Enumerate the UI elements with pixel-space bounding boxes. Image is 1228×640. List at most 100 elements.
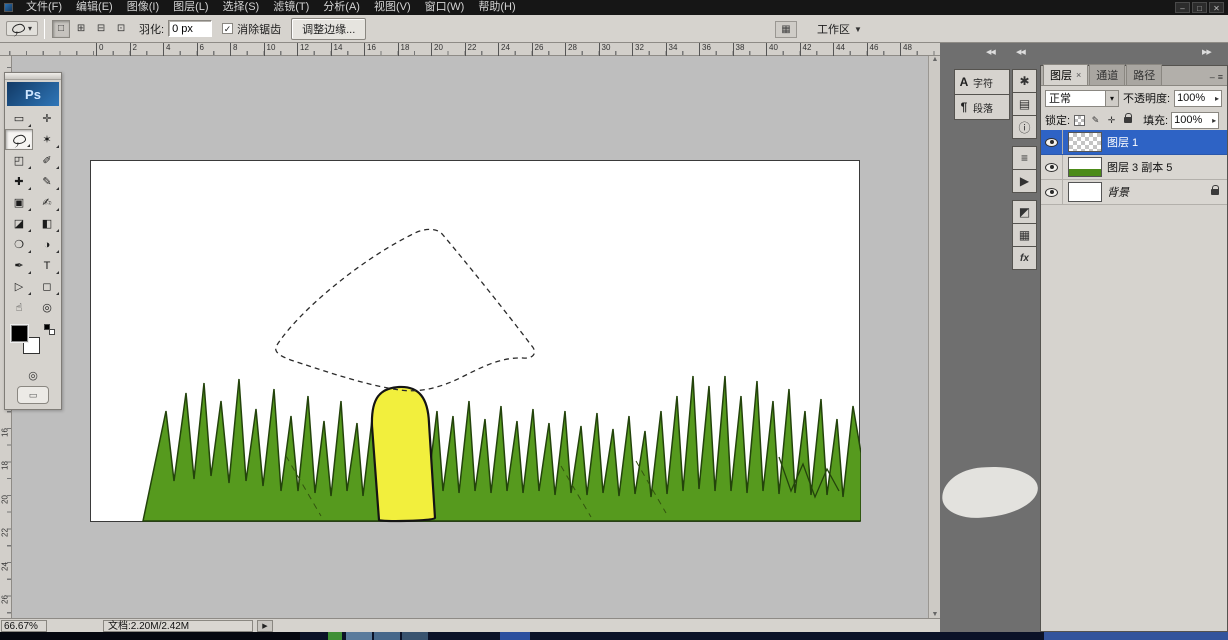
restore-icon[interactable]: □: [1192, 2, 1207, 13]
quick-mask-button[interactable]: ◎: [22, 367, 44, 383]
visibility-toggle[interactable]: [1041, 180, 1063, 204]
launch-bridge-icon[interactable]: ▦: [775, 21, 797, 38]
visibility-toggle[interactable]: [1041, 130, 1063, 154]
layer-thumbnail[interactable]: [1068, 182, 1102, 202]
ruler-number: 28: [565, 43, 599, 56]
status-bar: 66.67% 文档:2.20M/2.42M ▶: [0, 618, 941, 632]
refine-edge-button[interactable]: 调整边缘...: [291, 18, 366, 40]
menu-item[interactable]: 选择(S): [216, 0, 267, 15]
status-bar-menu-arrow[interactable]: ▶: [257, 620, 273, 632]
collapse-dock-icon[interactable]: ◀◀: [1016, 48, 1025, 56]
histogram-panel-icon[interactable]: ≡: [1012, 146, 1037, 170]
subtract-from-selection-button[interactable]: ⊟: [92, 20, 110, 38]
zoom-level-field[interactable]: 66.67%: [1, 620, 47, 632]
screen-mode-button[interactable]: ▭: [17, 386, 49, 404]
zoom-tool[interactable]: ◎: [33, 297, 61, 318]
lock-all-icon[interactable]: [1121, 114, 1134, 127]
panel-menu-icon[interactable]: ≡: [1218, 72, 1223, 82]
hand-tool[interactable]: ☝: [5, 297, 33, 318]
lock-transparency-icon[interactable]: [1073, 114, 1086, 127]
tab-paths[interactable]: 路径: [1126, 64, 1162, 85]
color-panel-icon[interactable]: ◩: [1012, 200, 1037, 224]
layer-effects-panel-icon[interactable]: fx: [1012, 246, 1037, 270]
visibility-toggle[interactable]: [1041, 155, 1063, 179]
foreground-color-swatch[interactable]: [11, 325, 28, 342]
tab-layers[interactable]: 图层 ×: [1043, 64, 1088, 85]
ruler-number: 24: [498, 43, 532, 56]
fill-input[interactable]: 100% ▸: [1171, 112, 1219, 129]
eyedropper-tool[interactable]: ✐: [33, 150, 61, 171]
lock-pixels-icon[interactable]: ✎: [1089, 114, 1102, 127]
add-to-selection-button[interactable]: ⊞: [72, 20, 90, 38]
close-tab-icon[interactable]: ×: [1076, 70, 1081, 80]
default-colors-icon[interactable]: [44, 324, 55, 335]
blur-tool[interactable]: ❍: [5, 234, 33, 255]
close-icon[interactable]: ✕: [1209, 2, 1224, 13]
menu-item[interactable]: 图像(I): [120, 0, 166, 15]
tab-channels[interactable]: 通道: [1089, 64, 1125, 85]
opacity-input[interactable]: 100% ▸: [1174, 90, 1222, 107]
swatches-panel-icon[interactable]: ▦: [1012, 223, 1037, 247]
minimize-icon[interactable]: –: [1175, 2, 1190, 13]
feather-input[interactable]: [168, 20, 212, 37]
canvas[interactable]: [90, 160, 860, 522]
brush-tool[interactable]: ✎: [33, 171, 61, 192]
dodge-tool[interactable]: ◑: [33, 234, 61, 255]
pen-tool[interactable]: ✒: [5, 255, 33, 276]
menu-item[interactable]: 图层(L): [166, 0, 215, 15]
clone-stamp-tool[interactable]: ▣: [5, 192, 33, 213]
layer-row-layer1[interactable]: 图层 1: [1041, 130, 1227, 155]
antialias-checkbox[interactable]: ✓: [222, 23, 233, 34]
character-panel-button[interactable]: A 字符: [954, 69, 1010, 95]
scroll-up-icon[interactable]: ▲: [932, 56, 939, 63]
lock-position-icon[interactable]: ✛: [1105, 114, 1118, 127]
move-tool[interactable]: ✛: [33, 108, 61, 129]
menu-item[interactable]: 视图(V): [367, 0, 418, 15]
layer-row-background[interactable]: 背景: [1041, 180, 1227, 205]
layer-thumbnail[interactable]: [1068, 157, 1102, 177]
gradient-tool[interactable]: ◧: [33, 213, 61, 234]
blend-mode-dropdown[interactable]: 正常 ▾: [1045, 90, 1119, 107]
taskbar-segment: [402, 632, 428, 640]
layer-thumbnail[interactable]: [1068, 132, 1102, 152]
shape-tool[interactable]: ◻: [33, 276, 61, 297]
menu-item[interactable]: 滤镜(T): [266, 0, 316, 15]
workspace-dropdown[interactable]: 工作区 ▼: [811, 19, 868, 39]
crop-tool[interactable]: ◰: [5, 150, 33, 171]
ruler-number: 6: [197, 43, 231, 56]
panel-minimize-icon[interactable]: –: [1210, 72, 1215, 82]
type-tool[interactable]: T: [33, 255, 61, 276]
menu-item[interactable]: 帮助(H): [471, 0, 522, 15]
navigator-panel-icon[interactable]: ▤: [1012, 92, 1037, 116]
layer-name[interactable]: 图层 1: [1107, 134, 1227, 150]
new-selection-button[interactable]: □: [52, 20, 70, 38]
menu-item[interactable]: 分析(A): [316, 0, 367, 15]
palette-grip[interactable]: [5, 73, 61, 80]
stem-artwork: [372, 387, 435, 521]
collapse-dock-icon[interactable]: ▶▶: [1202, 48, 1211, 56]
path-selection-tool[interactable]: ▷: [5, 276, 33, 297]
windows-taskbar[interactable]: [0, 632, 1228, 640]
actions-panel-icon[interactable]: ▶: [1012, 169, 1037, 193]
horizontal-ruler[interactable]: 0246810121416182022242628303234363840424…: [0, 43, 941, 56]
paragraph-panel-button[interactable]: ¶ 段落: [954, 94, 1010, 120]
quick-selection-tool[interactable]: ✶: [33, 129, 61, 150]
layer-name[interactable]: 图层 3 副本 5: [1107, 159, 1227, 175]
lasso-tool[interactable]: [5, 129, 33, 150]
menu-item[interactable]: 文件(F): [19, 0, 69, 15]
rectangular-marquee-tool[interactable]: ▭: [5, 108, 33, 129]
layer-row-layer3-copy5[interactable]: 图层 3 副本 5: [1041, 155, 1227, 180]
healing-brush-tool[interactable]: ✚: [5, 171, 33, 192]
collapse-dock-icon[interactable]: ◀◀: [986, 48, 995, 56]
styles-panel-icon[interactable]: ✱: [1012, 69, 1037, 93]
scroll-down-icon[interactable]: ▼: [932, 611, 939, 618]
intersect-selection-button[interactable]: ⊡: [112, 20, 130, 38]
photoshop-window: { "window": { "menu_items": ["文件(F)","编辑…: [0, 0, 1228, 640]
tool-preset-picker[interactable]: ▾: [6, 21, 38, 36]
menu-item[interactable]: 编辑(E): [69, 0, 120, 15]
history-brush-tool[interactable]: ✍: [33, 192, 61, 213]
eraser-tool[interactable]: ◪: [5, 213, 33, 234]
layer-name[interactable]: 背景: [1107, 184, 1211, 200]
info-panel-icon[interactable]: ⓘ: [1012, 115, 1037, 139]
menu-item[interactable]: 窗口(W): [418, 0, 472, 15]
